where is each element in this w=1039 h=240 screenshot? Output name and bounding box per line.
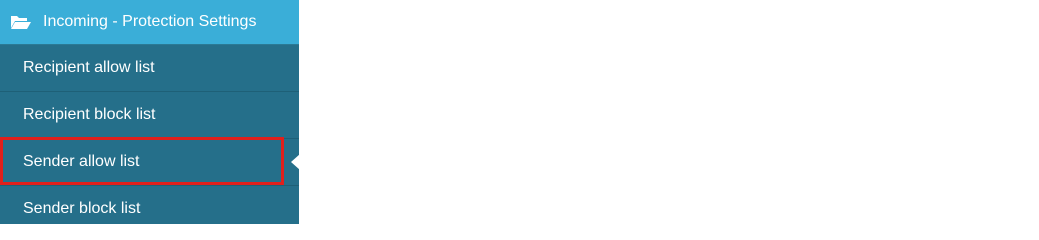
- page: Incoming - Protection Settings Recipient…: [0, 0, 1039, 224]
- sidebar-item-sender-block-list[interactable]: Sender block list: [0, 185, 299, 232]
- sidebar-item-recipient-block-list[interactable]: Recipient block list: [0, 91, 299, 138]
- section-header-label: Incoming - Protection Settings: [43, 13, 257, 30]
- sidebar-item-recipient-allow-list[interactable]: Recipient allow list: [0, 44, 299, 91]
- sidebar-item-label: Recipient allow list: [23, 59, 155, 76]
- folder-open-icon: [10, 14, 32, 30]
- sidebar: Incoming - Protection Settings Recipient…: [0, 0, 300, 224]
- sidebar-item-sender-allow-list[interactable]: Sender allow list: [0, 138, 300, 185]
- section-header-incoming-protection-settings[interactable]: Incoming - Protection Settings: [0, 0, 299, 44]
- sidebar-item-label: Sender block list: [23, 200, 141, 217]
- sidebar-item-label: Recipient block list: [23, 106, 156, 123]
- sidebar-item-label: Sender allow list: [23, 153, 140, 170]
